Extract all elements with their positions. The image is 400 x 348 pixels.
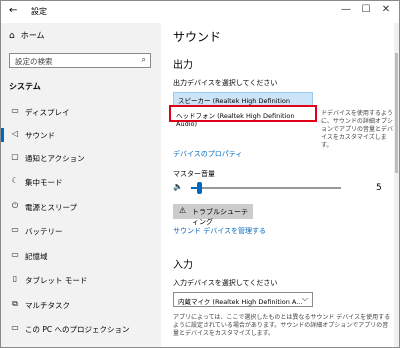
monitor-icon: ▭	[11, 106, 19, 115]
troubleshoot-label: トラブルシューティング	[192, 208, 248, 226]
projection-icon: ▭	[11, 323, 19, 332]
output-description: ドデバイスを使用するように、サウンドの詳細オプションでアプリの音量とデバイスをカ…	[321, 110, 394, 149]
title-bar: ← 設定 — ☐ ✕	[1, 1, 399, 23]
input-description: アプリによっては、ここで選択したものとは異なるサウンド デバイスを使用するように…	[173, 314, 391, 337]
page-title: サウンド	[173, 30, 222, 44]
sidebar-item-label: バッテリー	[25, 227, 63, 236]
sidebar-item-battery[interactable]: ▭ バッテリー	[1, 220, 161, 242]
tablet-icon: ▯	[12, 274, 18, 283]
volume-value: 5	[376, 183, 382, 193]
power-icon: ⏻	[11, 201, 19, 210]
sidebar-item-display[interactable]: ▭ ディスプレイ	[1, 101, 161, 123]
sidebar-item-power[interactable]: ⏻ 電源とスリープ	[1, 196, 161, 218]
output-select-label: 出力デバイスを選択してください	[173, 79, 278, 87]
storage-icon: ▭	[11, 250, 19, 259]
sidebar-item-projection[interactable]: ▭ この PC へのプロジェクション	[1, 318, 161, 340]
output-heading: 出力	[173, 60, 193, 71]
scrollbar[interactable]	[394, 23, 399, 347]
dropdown-value: 内蔵マイク (Realtek High Definition A...	[178, 297, 303, 306]
manage-sound-devices-link[interactable]: サウンド デバイスを管理する	[173, 226, 266, 236]
search-input[interactable]: 設定の検索 ⌕	[9, 53, 151, 68]
maximize-icon[interactable]: ☐	[357, 4, 375, 15]
home-label: ホーム	[20, 31, 45, 40]
minimize-icon[interactable]: —	[337, 4, 355, 15]
sidebar-item-label: マルチタスク	[25, 301, 70, 310]
sidebar-item-storage[interactable]: ▭ 記憶域	[1, 245, 161, 267]
sidebar-item-label: サウンド	[25, 131, 55, 140]
input-select-label: 入力デバイスを選択してください	[173, 279, 278, 287]
speaker-icon: ◁	[11, 129, 19, 138]
sidebar-item-label: 電源とスリープ	[25, 203, 78, 212]
sidebar-item-label: この PC へのプロジェクション	[25, 325, 130, 334]
search-placeholder: 設定の検索	[15, 57, 53, 66]
notification-icon: ▢	[11, 152, 19, 161]
sidebar-home[interactable]: ⌂ ホーム	[9, 30, 44, 41]
option-label: ヘッドフォン (Realtek High Definition Audio)	[176, 111, 295, 128]
volume-slider-track[interactable]	[191, 187, 341, 189]
sidebar-item-label: タブレット モード	[25, 276, 88, 285]
sidebar-item-label: 通知とアクション	[25, 154, 85, 163]
sidebar-item-multitasking[interactable]: ⧉ マルチタスク	[1, 294, 161, 316]
input-device-dropdown[interactable]: 内蔵マイク (Realtek High Definition A... ⌵	[173, 292, 313, 307]
chevron-down-icon: ⌵	[301, 294, 308, 303]
device-properties-link[interactable]: デバイスのプロパティ	[173, 149, 242, 159]
output-option-speaker[interactable]: スピーカー (Realtek High Definition Audio)	[173, 92, 313, 113]
volume-slider-thumb[interactable]	[197, 182, 202, 194]
sidebar-item-label: ディスプレイ	[25, 108, 70, 117]
settings-window: ← 設定 — ☐ ✕ ⌂ ホーム 設定の検索 ⌕ システム ▭ ディスプレイ ◁ …	[0, 0, 400, 348]
home-icon: ⌂	[9, 31, 15, 41]
output-option-headphones[interactable]: ヘッドフォン (Realtek High Definition Audio)	[169, 105, 317, 128]
sidebar-item-tablet-mode[interactable]: ▯ タブレット モード	[1, 269, 161, 291]
sidebar: ⌂ ホーム 設定の検索 ⌕ システム ▭ ディスプレイ ◁ サウンド ▢ 通知とア…	[1, 23, 161, 347]
volume-icon: 🔈	[173, 182, 183, 191]
master-volume-label: マスター音量	[173, 170, 215, 178]
main-content: サウンド 出力 出力デバイスを選択してください スピーカー (Realtek H…	[163, 23, 399, 347]
multitask-icon: ⧉	[12, 299, 18, 308]
sidebar-item-sound[interactable]: ◁ サウンド	[1, 124, 161, 146]
battery-icon: ▭	[11, 225, 19, 234]
search-icon[interactable]: ⌕	[142, 55, 146, 65]
sidebar-section-title: システム	[9, 82, 41, 91]
sidebar-item-label: 記憶域	[25, 252, 48, 261]
moon-icon: ☾	[11, 176, 19, 185]
troubleshoot-button[interactable]: ⚠ トラブルシューティング	[173, 204, 253, 226]
sidebar-item-label: 集中モード	[25, 178, 63, 187]
close-icon[interactable]: ✕	[377, 4, 395, 15]
input-heading: 入力	[173, 260, 193, 271]
sidebar-item-focus[interactable]: ☾ 集中モード	[1, 171, 161, 193]
warning-icon: ⚠	[179, 206, 187, 215]
window-title: 設定	[31, 7, 47, 16]
sidebar-item-notifications[interactable]: ▢ 通知とアクション	[1, 147, 161, 169]
scrollbar-thumb[interactable]	[395, 53, 398, 173]
back-arrow-icon[interactable]: ←	[9, 5, 17, 16]
